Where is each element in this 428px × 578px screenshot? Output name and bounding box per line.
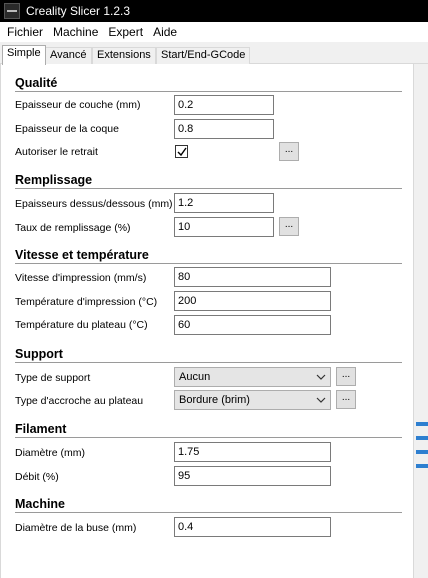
tab-strip: Simple Avancé Extensions Start/End-GCode bbox=[0, 42, 428, 65]
bed-temp-label: Température du plateau (°C) bbox=[15, 319, 148, 331]
support-type-dropdown[interactable]: Aucun bbox=[174, 367, 331, 387]
filament-diameter-input[interactable]: 1.75 bbox=[174, 442, 331, 462]
tab-start-end-gcode[interactable]: Start/End-GCode bbox=[156, 47, 251, 64]
tab-extensions[interactable]: Extensions bbox=[92, 47, 156, 64]
section-title-filament: Filament bbox=[15, 422, 67, 436]
retraction-label: Autoriser le retrait bbox=[15, 146, 98, 158]
menu-expert[interactable]: Expert bbox=[103, 22, 148, 42]
viewer-area bbox=[414, 64, 428, 578]
section-divider bbox=[15, 512, 402, 513]
checkmark-icon bbox=[177, 147, 187, 157]
menu-machine[interactable]: Machine bbox=[48, 22, 103, 42]
flow-input[interactable]: 95 bbox=[174, 466, 331, 486]
layer-height-input[interactable]: 0.2 bbox=[174, 95, 274, 115]
filament-diameter-label: Diamètre (mm) bbox=[15, 447, 85, 459]
top-bottom-input[interactable]: 1.2 bbox=[174, 193, 274, 213]
adhesion-dropdown[interactable]: Bordure (brim) bbox=[174, 390, 331, 410]
viewer-edge-graphic bbox=[416, 420, 428, 470]
flow-label: Débit (%) bbox=[15, 471, 59, 483]
section-divider bbox=[15, 91, 402, 92]
layer-height-label: Epaisseur de couche (mm) bbox=[15, 99, 141, 111]
shell-thickness-input[interactable]: 0.8 bbox=[174, 119, 274, 139]
top-bottom-label: Epaisseurs dessus/dessous (mm) bbox=[15, 198, 173, 210]
section-divider bbox=[15, 263, 402, 264]
section-title-vitesse: Vitesse et température bbox=[15, 248, 149, 262]
adhesion-value: Bordure (brim) bbox=[179, 394, 250, 406]
print-temp-input[interactable]: 200 bbox=[174, 291, 331, 311]
window-title: Creality Slicer 1.2.3 bbox=[26, 4, 131, 18]
print-temp-label: Température d'impression (°C) bbox=[15, 296, 158, 308]
section-title-machine: Machine bbox=[15, 497, 66, 511]
support-type-options-button[interactable]: ... bbox=[336, 367, 356, 386]
support-type-value: Aucun bbox=[179, 371, 211, 383]
fill-density-options-button[interactable]: ... bbox=[279, 217, 299, 236]
section-divider bbox=[15, 362, 402, 363]
adhesion-options-button[interactable]: ... bbox=[336, 390, 356, 409]
fill-density-input[interactable]: 10 bbox=[174, 217, 274, 237]
nozzle-diameter-input[interactable]: 0.4 bbox=[174, 517, 331, 537]
menu-bar: Fichier Machine Expert Aide bbox=[0, 22, 428, 42]
section-title-remplissage: Remplissage bbox=[15, 173, 93, 187]
chevron-down-icon bbox=[316, 374, 326, 380]
fill-density-label: Taux de remplissage (%) bbox=[15, 222, 131, 234]
section-title-support: Support bbox=[15, 347, 63, 361]
retraction-checkbox[interactable] bbox=[175, 145, 188, 158]
app-icon bbox=[4, 3, 20, 19]
retraction-options-button[interactable]: ... bbox=[279, 142, 299, 161]
support-type-label: Type de support bbox=[15, 372, 91, 384]
tab-simple[interactable]: Simple bbox=[2, 45, 46, 65]
tab-avance[interactable]: Avancé bbox=[45, 47, 92, 64]
adhesion-label: Type d'accroche au plateau bbox=[15, 395, 144, 407]
section-title-qualite: Qualité bbox=[15, 76, 58, 90]
section-divider bbox=[15, 437, 402, 438]
menu-fichier[interactable]: Fichier bbox=[2, 22, 48, 42]
print-speed-label: Vitesse d'impression (mm/s) bbox=[15, 272, 147, 284]
title-bar: Creality Slicer 1.2.3 bbox=[0, 0, 428, 22]
menu-aide[interactable]: Aide bbox=[148, 22, 182, 42]
settings-panel: Qualité Epaisseur de couche (mm) 0.2 Epa… bbox=[0, 64, 414, 578]
shell-thickness-label: Epaisseur de la coque bbox=[15, 123, 119, 135]
print-speed-input[interactable]: 80 bbox=[174, 267, 331, 287]
bed-temp-input[interactable]: 60 bbox=[174, 315, 331, 335]
nozzle-diameter-label: Diamètre de la buse (mm) bbox=[15, 522, 137, 534]
chevron-down-icon bbox=[316, 397, 326, 403]
section-divider bbox=[15, 188, 402, 189]
